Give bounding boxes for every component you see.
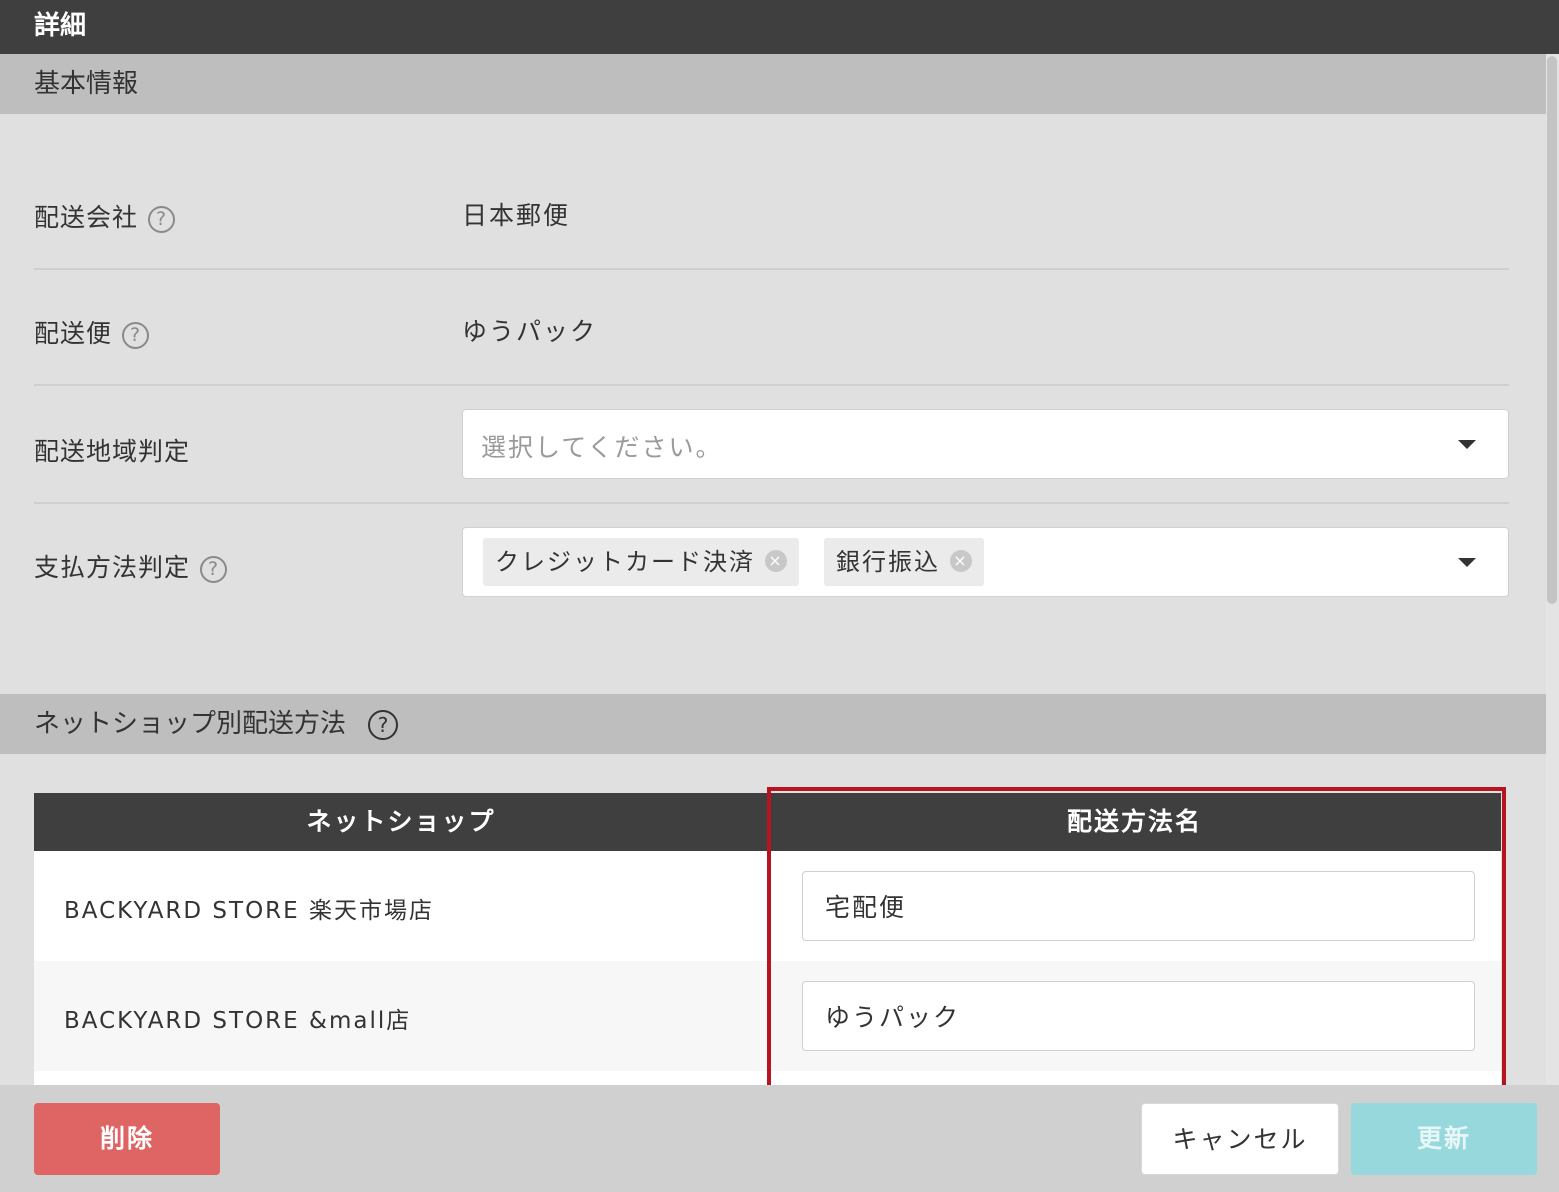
- caret-down-icon[interactable]: [1458, 558, 1476, 567]
- payment-tag-label: クレジットカード決済: [495, 548, 755, 576]
- payment-label: 支払方法判定?: [34, 548, 228, 584]
- table-row: BACKYARD STORE &mall店: [34, 961, 1501, 1071]
- shop-name: BACKYARD STORE &mall店: [64, 1008, 412, 1034]
- column-header-shop: ネットショップ: [306, 807, 496, 836]
- help-icon[interactable]: ?: [148, 205, 176, 233]
- service-row: 配送便? ゆうパック: [34, 270, 1509, 386]
- payment-tag-credit-card: クレジットカード決済 ×: [483, 538, 799, 586]
- payment-label-text: 支払方法判定: [34, 553, 191, 582]
- help-icon[interactable]: ?: [200, 555, 228, 583]
- service-label-text: 配送便: [34, 319, 113, 348]
- service-label: 配送便?: [34, 314, 150, 350]
- dialog-body: 基本情報 配送会社? 日本郵便 配送便? ゆうパック 配送地域判定 選択してくだ…: [0, 54, 1546, 1085]
- section-header-basic-info: 基本情報: [0, 54, 1546, 114]
- help-icon[interactable]: ?: [368, 709, 399, 740]
- region-select[interactable]: 選択してください。: [462, 409, 1509, 479]
- region-select-placeholder: 選択してください。: [481, 433, 723, 462]
- close-circle-icon[interactable]: ×: [950, 550, 972, 572]
- help-icon[interactable]: ?: [122, 321, 150, 349]
- table-row: BACKYARD STORE 楽天市場店: [34, 851, 1501, 961]
- shop-methods-table: ネットショップ 配送方法名 BACKYARD STORE 楽天市場店 BACKY…: [34, 793, 1501, 1085]
- carrier-label: 配送会社?: [34, 198, 176, 234]
- carrier-value: 日本郵便: [462, 201, 571, 230]
- payment-tag-label: 銀行振込: [836, 548, 940, 576]
- caret-down-icon[interactable]: [1458, 440, 1476, 449]
- shop-name: BACKYARD STORE 楽天市場店: [64, 898, 435, 924]
- cancel-button[interactable]: キャンセル: [1141, 1103, 1339, 1175]
- payment-row: 支払方法判定? クレジットカード決済 × 銀行振込 ×: [34, 504, 1509, 624]
- dialog-title: 詳細: [0, 0, 1559, 54]
- region-row: 配送地域判定 選択してください。: [34, 386, 1509, 504]
- method-name-input[interactable]: [802, 871, 1475, 941]
- table-header: ネットショップ 配送方法名: [34, 793, 1501, 851]
- method-name-input[interactable]: [802, 981, 1475, 1051]
- delete-button[interactable]: 削除: [34, 1103, 220, 1175]
- scrollbar-thumb[interactable]: [1547, 56, 1557, 604]
- payment-multiselect[interactable]: クレジットカード決済 × 銀行振込 ×: [462, 527, 1509, 597]
- close-circle-icon[interactable]: ×: [765, 550, 787, 572]
- section-header-shop-methods-text: ネットショップ別配送方法: [34, 709, 347, 739]
- update-button[interactable]: 更新: [1351, 1103, 1537, 1175]
- dialog-footer: 削除 キャンセル 更新: [0, 1085, 1559, 1192]
- section-header-shop-methods: ネットショップ別配送方法?: [0, 694, 1546, 754]
- column-header-method: 配送方法名: [1066, 807, 1202, 836]
- carrier-label-text: 配送会社: [34, 203, 139, 232]
- service-value: ゆうパック: [462, 317, 598, 346]
- payment-tag-bank-transfer: 銀行振込 ×: [824, 538, 984, 586]
- region-label: 配送地域判定: [34, 437, 191, 466]
- carrier-row: 配送会社? 日本郵便: [34, 154, 1509, 270]
